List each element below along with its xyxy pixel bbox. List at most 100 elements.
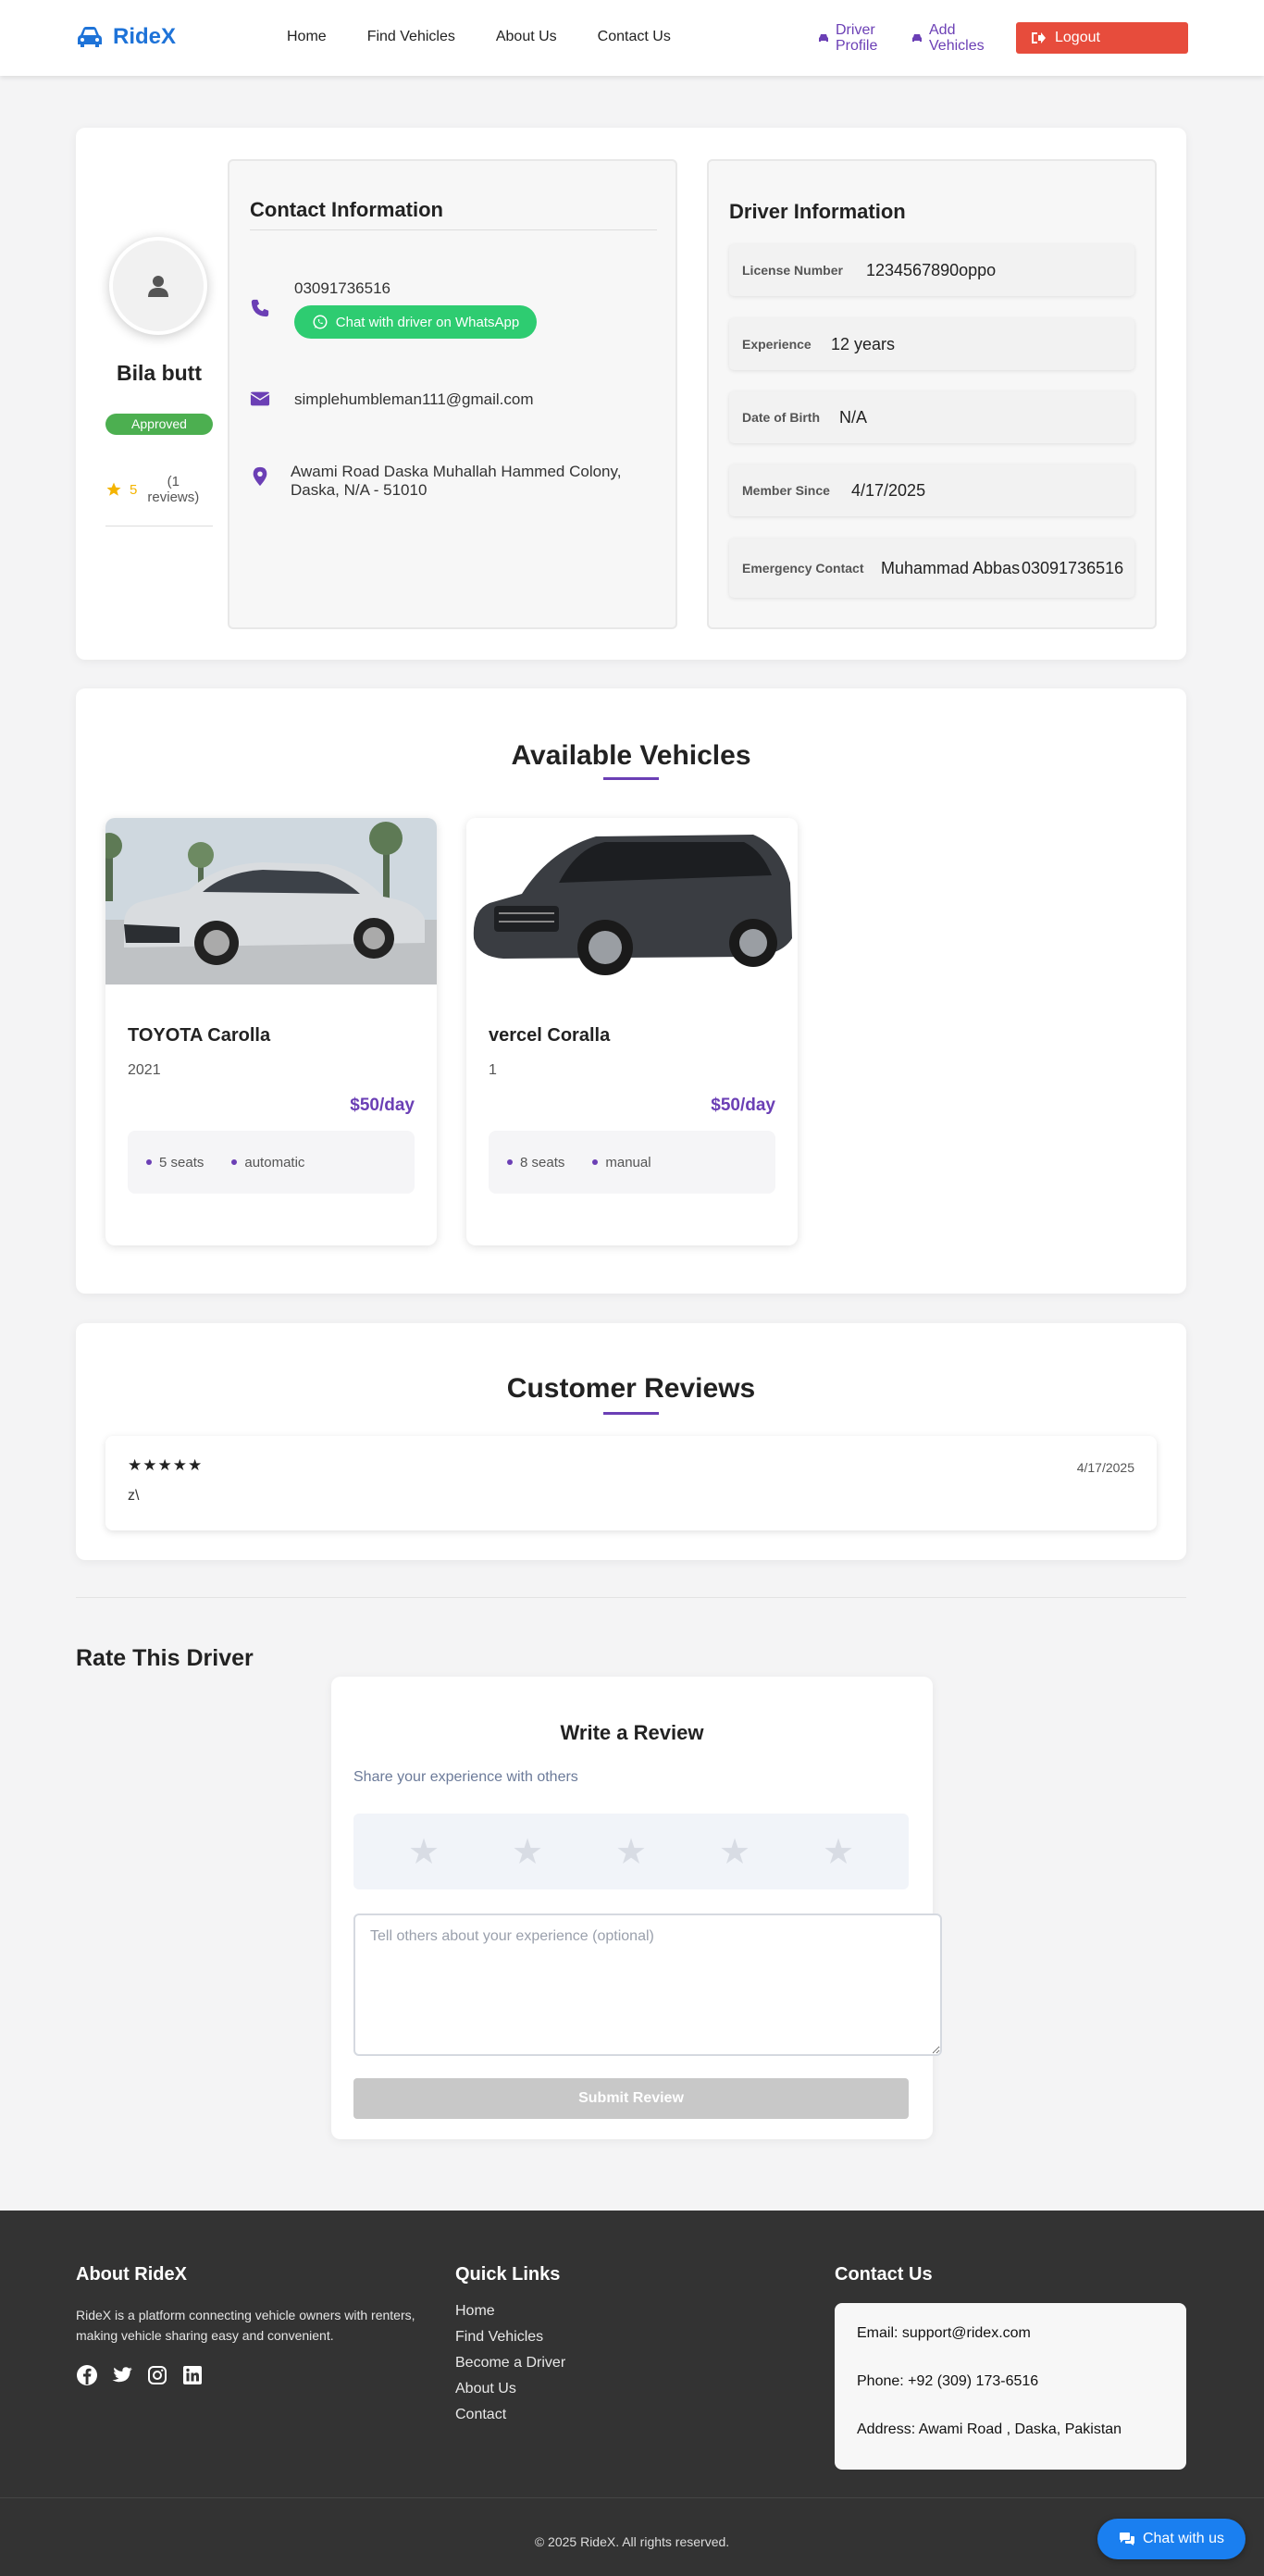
footer-link-become-driver[interactable]: Become a Driver — [455, 2353, 565, 2372]
star-2-icon[interactable]: ★ — [512, 1831, 543, 1873]
envelope-icon — [250, 391, 270, 406]
info-value: 4/17/2025 — [851, 480, 926, 500]
footer-link-find-vehicles[interactable]: Find Vehicles — [455, 2327, 565, 2347]
emergency-phone: 03091736516 — [1022, 558, 1124, 577]
star-4-icon[interactable]: ★ — [719, 1831, 750, 1873]
facebook-icon[interactable] — [76, 2364, 98, 2386]
vehicle-price: $50/day — [350, 1096, 415, 1115]
info-value: N/A — [839, 407, 868, 427]
logout-button[interactable]: Logout — [1016, 22, 1188, 54]
social-links — [76, 2364, 204, 2386]
vehicle-price: $50/day — [711, 1096, 775, 1115]
email-address: simplehumbleman111@gmail.com — [294, 390, 534, 408]
contact-title: Contact Information — [250, 198, 443, 221]
contact-panel: Contact Information 03091736516 Chat wit… — [228, 159, 677, 629]
info-value: 12 years — [831, 334, 896, 353]
info-label: License Number — [742, 263, 843, 278]
footer: About RideX RideX is a platform connecti… — [0, 2211, 1264, 2576]
logout-label: Logout — [1055, 30, 1100, 45]
vehicles-section: Available Vehicles TOYOTA Carolla 2021 $… — [76, 688, 1186, 1294]
logout-icon — [1032, 32, 1046, 43]
footer-link-home[interactable]: Home — [455, 2301, 565, 2321]
navbar: RideX Home Find Vehicles About Us Contac… — [0, 0, 1264, 76]
star-1-icon[interactable]: ★ — [408, 1831, 440, 1873]
info-value: 1234567890oppo — [866, 260, 997, 279]
brand-name: RideX — [113, 24, 177, 49]
info-row-member-since: Member Since 4/17/2025 — [729, 464, 1134, 516]
vehicle-image — [105, 818, 437, 985]
footer-about-text: RideX is a platform connecting vehicle o… — [76, 2308, 415, 2343]
nav-about-us[interactable]: About Us — [496, 29, 557, 45]
rate-heading: Rate This Driver — [76, 1645, 254, 1671]
car-small-icon — [819, 34, 828, 42]
footer-contact-box: Email: support@ridex.com Phone: +92 (309… — [835, 2303, 1186, 2470]
vehicle-transmission: automatic — [231, 1155, 304, 1170]
whatsapp-icon — [313, 315, 328, 329]
info-row-experience: Experience 12 years — [729, 318, 1134, 370]
vehicle-features: 8 seats manual — [489, 1131, 775, 1194]
driver-profile-label: Driver Profile — [836, 22, 878, 54]
vehicle-image — [466, 818, 798, 985]
review-item: ★★★★★ 4/17/2025 z\ — [105, 1436, 1157, 1530]
car-icon — [78, 27, 102, 47]
chat-bubbles-icon — [1119, 2533, 1134, 2545]
rating-value: 5 — [130, 481, 138, 498]
vehicle-year: 2021 — [128, 1062, 161, 1078]
title-underline — [603, 1412, 659, 1415]
add-vehicles-label: Add Vehicles — [929, 22, 985, 54]
driver-info-panel: Driver Information License Number 123456… — [707, 159, 1157, 629]
address: Awami Road Daska Muhallah Hammed Colony,… — [291, 463, 622, 499]
vehicle-transmission: manual — [592, 1155, 651, 1170]
star-icon — [106, 482, 121, 496]
contact-divider — [250, 229, 657, 230]
star-rating-input: ★ ★ ★ ★ ★ — [353, 1814, 909, 1889]
review-form: Write a Review Share your experience wit… — [331, 1677, 942, 2139]
rating-summary: 5 (1 reviews) — [105, 474, 213, 505]
chat-with-us-button[interactable]: Chat with us — [1097, 2519, 1245, 2559]
copyright: © 2025 RideX. All rights reserved. — [534, 2534, 730, 2549]
vehicle-name: vercel Coralla — [489, 1025, 611, 1046]
brand-logo[interactable]: RideX — [76, 24, 176, 50]
info-label: Emergency Contact — [742, 561, 864, 576]
footer-divider — [0, 2497, 1264, 2498]
footer-phone: Phone: +92 (309) 173-6516 — [857, 2373, 1039, 2389]
linkedin-icon[interactable] — [181, 2364, 204, 2386]
vehicle-name: TOYOTA Carolla — [128, 1025, 271, 1046]
status-badge: Approved — [105, 414, 213, 435]
submit-review-button[interactable]: Submit Review — [353, 2078, 909, 2119]
vehicles-title: Available Vehicles — [511, 740, 751, 771]
title-underline — [603, 777, 659, 780]
nav-find-vehicles[interactable]: Find Vehicles — [367, 29, 455, 45]
nav-contact-us[interactable]: Contact Us — [598, 29, 671, 45]
star-3-icon[interactable]: ★ — [615, 1831, 647, 1873]
review-count: (1 reviews) — [147, 474, 200, 505]
vehicle-card[interactable]: TOYOTA Carolla 2021 $50/day 5 seats auto… — [105, 818, 437, 1245]
nav-add-vehicles[interactable]: Add Vehicles — [911, 22, 985, 54]
vehicle-card[interactable]: vercel Coralla 1 $50/day 8 seats manual — [466, 818, 798, 1245]
quick-links: Home Find Vehicles Become a Driver About… — [455, 2301, 565, 2424]
nav-driver-profile[interactable]: Driver Profile — [818, 22, 880, 54]
review-form-title: Write a Review — [560, 1721, 704, 1744]
footer-address: Address: Awami Road , Daska, Pakistan — [857, 2421, 1122, 2437]
reviews-title: Customer Reviews — [506, 1373, 756, 1404]
footer-link-contact[interactable]: Contact — [455, 2405, 565, 2424]
info-row-emergency: Emergency Contact Muhammad Abbas 0309173… — [729, 539, 1134, 598]
info-label: Member Since — [742, 483, 830, 498]
footer-about-title: About RideX — [76, 2264, 187, 2285]
star-5-icon[interactable]: ★ — [823, 1831, 854, 1873]
whatsapp-label: Chat with driver on WhatsApp — [335, 314, 520, 330]
info-row-license: License Number 1234567890oppo — [729, 244, 1134, 296]
footer-link-about-us[interactable]: About Us — [455, 2379, 565, 2398]
footer-contact-title: Contact Us — [835, 2264, 933, 2285]
review-form-subtitle: Share your experience with others — [353, 1769, 578, 1785]
review-textarea[interactable] — [353, 1913, 942, 2056]
twitter-icon[interactable] — [111, 2364, 133, 2386]
phone-icon — [251, 299, 269, 317]
nav-home[interactable]: Home — [287, 29, 327, 45]
instagram-icon[interactable] — [146, 2364, 168, 2386]
review-stars: ★★★★★ — [128, 1456, 204, 1474]
whatsapp-button[interactable]: Chat with driver on WhatsApp — [294, 305, 537, 339]
chat-label: Chat with us — [1142, 2531, 1225, 2546]
review-text: z\ — [128, 1488, 140, 1504]
driver-name: Bila butt — [117, 361, 202, 385]
